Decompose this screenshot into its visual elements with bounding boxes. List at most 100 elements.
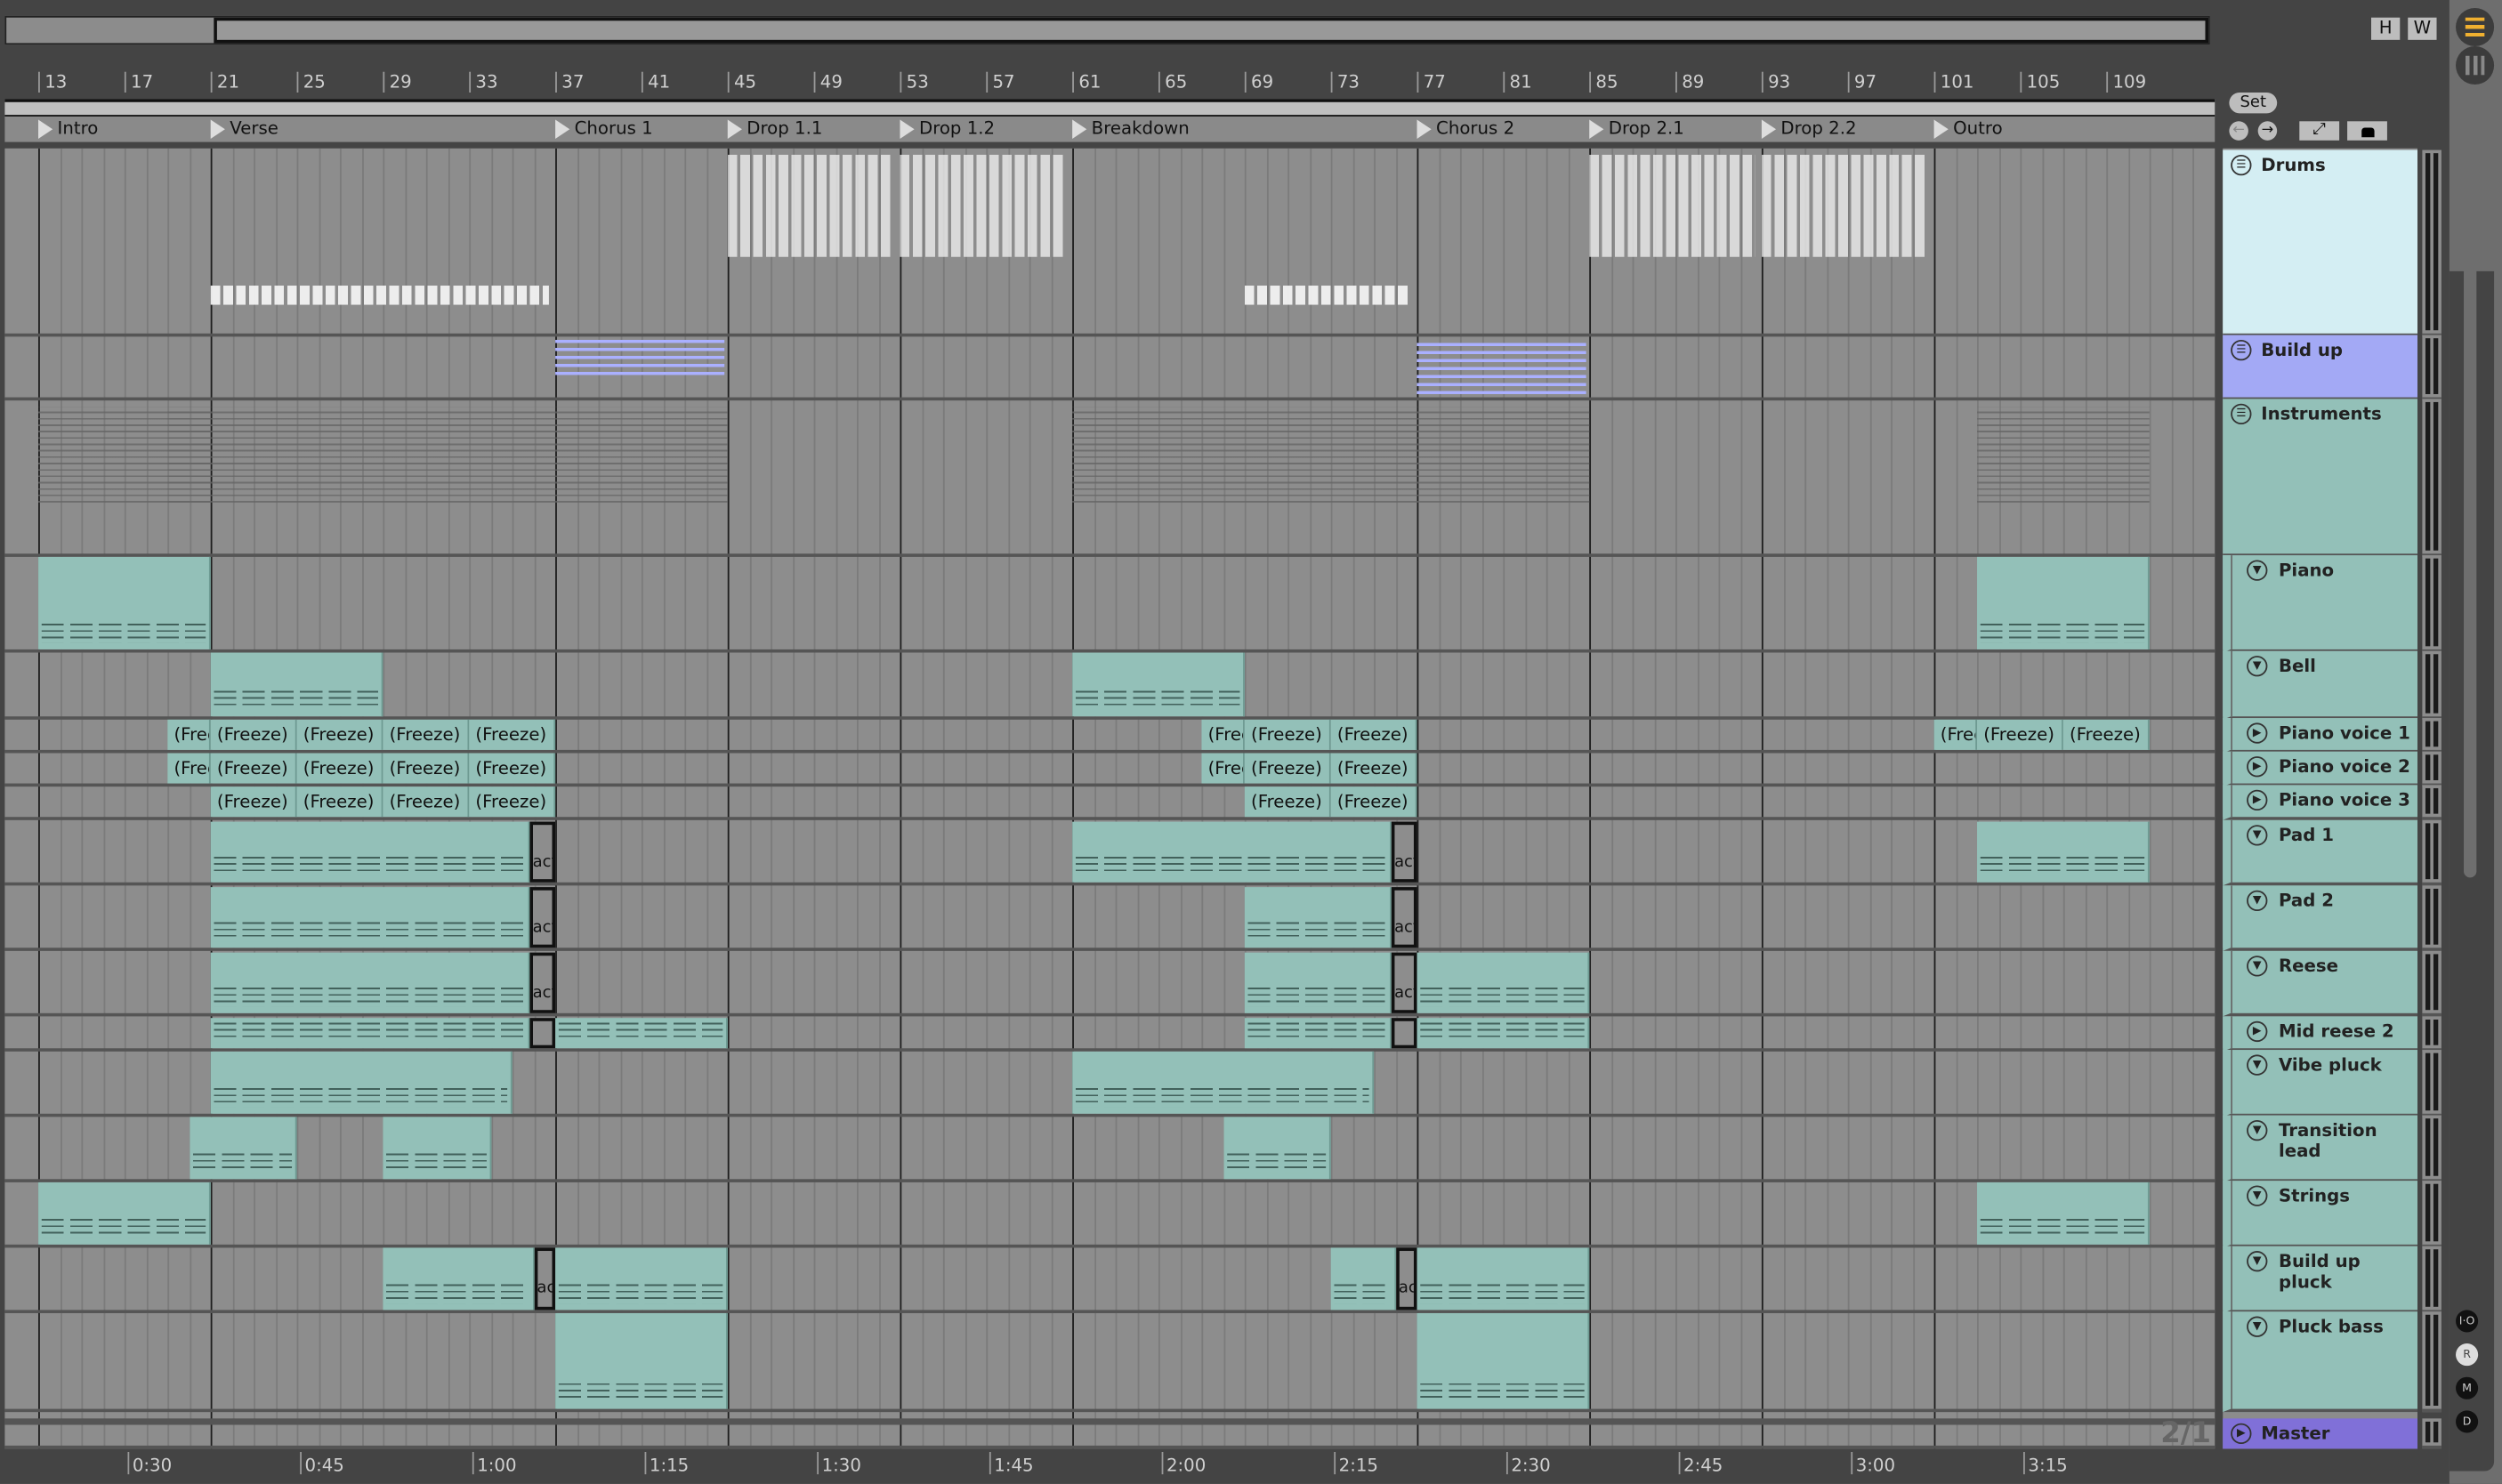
track-header-bell[interactable]: ▼ Bell: [2223, 650, 2418, 720]
side-button-m[interactable]: M: [2456, 1376, 2479, 1399]
master-lane[interactable]: [4, 1418, 2215, 1449]
locator-drop-2-1[interactable]: Drop 2.1: [1589, 117, 1684, 142]
side-button-d[interactable]: D: [2456, 1410, 2479, 1433]
fold-icon[interactable]: ▼: [2247, 656, 2268, 677]
freeze-clip[interactable]: (Freeze): [1330, 753, 1417, 784]
midi-clip[interactable]: [38, 556, 211, 649]
midi-clip[interactable]: [1072, 1051, 1375, 1114]
locator-intro[interactable]: Intro: [38, 117, 98, 142]
unfold-icon[interactable]: ▶: [2247, 1020, 2268, 1043]
frozen-clip-end[interactable]: act: [529, 952, 556, 1013]
drum-clip-overview[interactable]: [1244, 286, 1411, 305]
frozen-clip-end[interactable]: act: [1391, 821, 1417, 883]
locator-drop-1-2[interactable]: Drop 1.2: [900, 117, 995, 142]
freeze-clip[interactable]: (Freeze): [1244, 786, 1331, 818]
midi-clip[interactable]: [210, 821, 530, 883]
lock-envelopes-button[interactable]: [2347, 121, 2387, 141]
freeze-clip[interactable]: (Freeze): [210, 753, 297, 784]
vertical-scrollbar[interactable]: [2464, 111, 2477, 878]
set-locator-button[interactable]: Set: [2229, 93, 2278, 114]
fold-icon[interactable]: ▼: [2247, 1316, 2268, 1337]
freeze-clip[interactable]: (Freeze): [296, 786, 383, 818]
frozen-clip-end[interactable]: [529, 1018, 556, 1049]
midi-clip[interactable]: [1416, 1018, 1590, 1049]
locator-breakdown[interactable]: Breakdown: [1072, 117, 1190, 142]
fold-icon[interactable]: ▼: [2247, 1054, 2268, 1076]
midi-clip[interactable]: [555, 1247, 728, 1311]
fold-icon[interactable]: ▼: [2247, 1119, 2268, 1141]
track-lane[interactable]: [4, 1116, 2215, 1182]
side-button-r[interactable]: R: [2456, 1343, 2479, 1367]
midi-clip[interactable]: [1330, 1247, 1396, 1311]
locator-lane[interactable]: Intro Verse Chorus 1 Drop 1.1 Drop 1.2 Breakd…: [4, 116, 2215, 142]
midi-clip[interactable]: [1416, 1247, 1590, 1311]
unfold-icon[interactable]: ▶: [2231, 1423, 2252, 1445]
track-header-piano-voice-3[interactable]: ▶ Piano voice 3: [2223, 785, 2418, 820]
locator-chorus-1[interactable]: Chorus 1: [555, 117, 653, 142]
follow-button[interactable]: ⤢: [2299, 121, 2340, 141]
freeze-clip[interactable]: (Freeze): [469, 719, 556, 750]
locator-drop-2-2[interactable]: Drop 2.2: [1761, 117, 1857, 142]
drum-clip-overview[interactable]: [1761, 154, 1928, 257]
unfold-icon[interactable]: ▶: [2247, 756, 2268, 778]
arrangement-tracks[interactable]: (Freeze)(Freeze)(Freeze)(Freeze)(Freeze)…: [4, 148, 2215, 1449]
unfold-icon[interactable]: ▶: [2247, 789, 2268, 811]
main-menu-button[interactable]: [2456, 7, 2495, 47]
freeze-clip[interactable]: (Freeze): [1201, 753, 1245, 784]
drum-clip-overview[interactable]: [210, 286, 549, 305]
buildup-clip-overview[interactable]: [1416, 339, 1586, 394]
midi-clip[interactable]: [210, 1051, 513, 1114]
track-header-piano-voice-1[interactable]: ▶ Piano voice 1: [2223, 718, 2418, 754]
beat-time-ruler[interactable]: 13 17 21 25 29 33 37 41 45 49 53 57 61 65 69 73 77 81 85 89…: [0, 70, 2218, 96]
track-lane[interactable]: [4, 1246, 2215, 1313]
track-header-drums[interactable]: ☰ Drums: [2223, 149, 2418, 337]
frozen-clip-end[interactable]: act: [1391, 952, 1417, 1013]
locator-verse[interactable]: Verse: [210, 117, 278, 142]
midi-clip[interactable]: [1223, 1117, 1331, 1180]
midi-clip[interactable]: [210, 887, 530, 948]
track-header-pad-2[interactable]: ▼ Pad 2: [2223, 885, 2418, 951]
midi-clip[interactable]: [1977, 556, 2150, 649]
track-header-strings[interactable]: ▼ Strings: [2223, 1181, 2418, 1248]
track-header-pad-1[interactable]: ▼ Pad 1: [2223, 819, 2418, 886]
freeze-clip[interactable]: (Freeze): [167, 753, 211, 784]
freeze-clip[interactable]: (Freeze): [383, 719, 470, 750]
track-header-build-up[interactable]: ☰ Build up: [2223, 335, 2418, 401]
freeze-clip[interactable]: (Freeze): [1977, 719, 2063, 750]
overview-bar[interactable]: [4, 15, 2210, 45]
fold-icon[interactable]: ▼: [2247, 1251, 2268, 1272]
track-header-transition-lead[interactable]: ▼ Transition lead: [2223, 1115, 2418, 1182]
optimize-height-button[interactable]: H: [2370, 17, 2401, 40]
group-icon[interactable]: ☰: [2231, 403, 2252, 425]
track-lane[interactable]: [4, 1311, 2215, 1413]
midi-clip[interactable]: [555, 1312, 728, 1409]
freeze-clip[interactable]: (Freeze): [296, 719, 383, 750]
freeze-clip[interactable]: (Freeze): [383, 786, 470, 818]
locator-outro[interactable]: Outro: [1933, 117, 2003, 142]
track-lane[interactable]: [4, 335, 2215, 401]
side-button-io[interactable]: I·O: [2456, 1310, 2479, 1333]
midi-clip[interactable]: [383, 1247, 534, 1311]
locator-chorus-2[interactable]: Chorus 2: [1416, 117, 1514, 142]
midi-clip[interactable]: [555, 1018, 728, 1049]
track-header-vibe-pluck[interactable]: ▼ Vibe pluck: [2223, 1050, 2418, 1117]
midi-clip[interactable]: [1416, 952, 1590, 1013]
unfold-icon[interactable]: ▶: [2247, 722, 2268, 744]
time-ruler[interactable]: 0:30 0:45 1:00 1:15 1:30 1:45 2:00 2:15 2:30 2:45…: [0, 1451, 2218, 1480]
midi-clip[interactable]: [210, 952, 530, 1013]
track-lane[interactable]: [4, 1181, 2215, 1248]
track-header-piano-voice-2[interactable]: ▶ Piano voice 2: [2223, 751, 2418, 787]
midi-clip[interactable]: [1244, 887, 1392, 948]
optimize-width-button[interactable]: W: [2408, 17, 2437, 40]
midi-clip[interactable]: [210, 652, 383, 717]
freeze-clip[interactable]: (Freeze): [1244, 753, 1331, 784]
midi-clip[interactable]: [1244, 952, 1392, 1013]
mixer-view-button[interactable]: [2456, 46, 2495, 85]
group-icon[interactable]: ☰: [2231, 339, 2252, 361]
buildup-clip-overview[interactable]: [555, 339, 725, 375]
track-lane[interactable]: [4, 555, 2215, 653]
next-locator-button[interactable]: →: [2257, 121, 2278, 141]
track-header-build-up-pluck[interactable]: ▼ Build up pluck: [2223, 1246, 2418, 1313]
midi-clip[interactable]: [1977, 821, 2150, 883]
frozen-clip-end[interactable]: ac: [1395, 1247, 1417, 1311]
